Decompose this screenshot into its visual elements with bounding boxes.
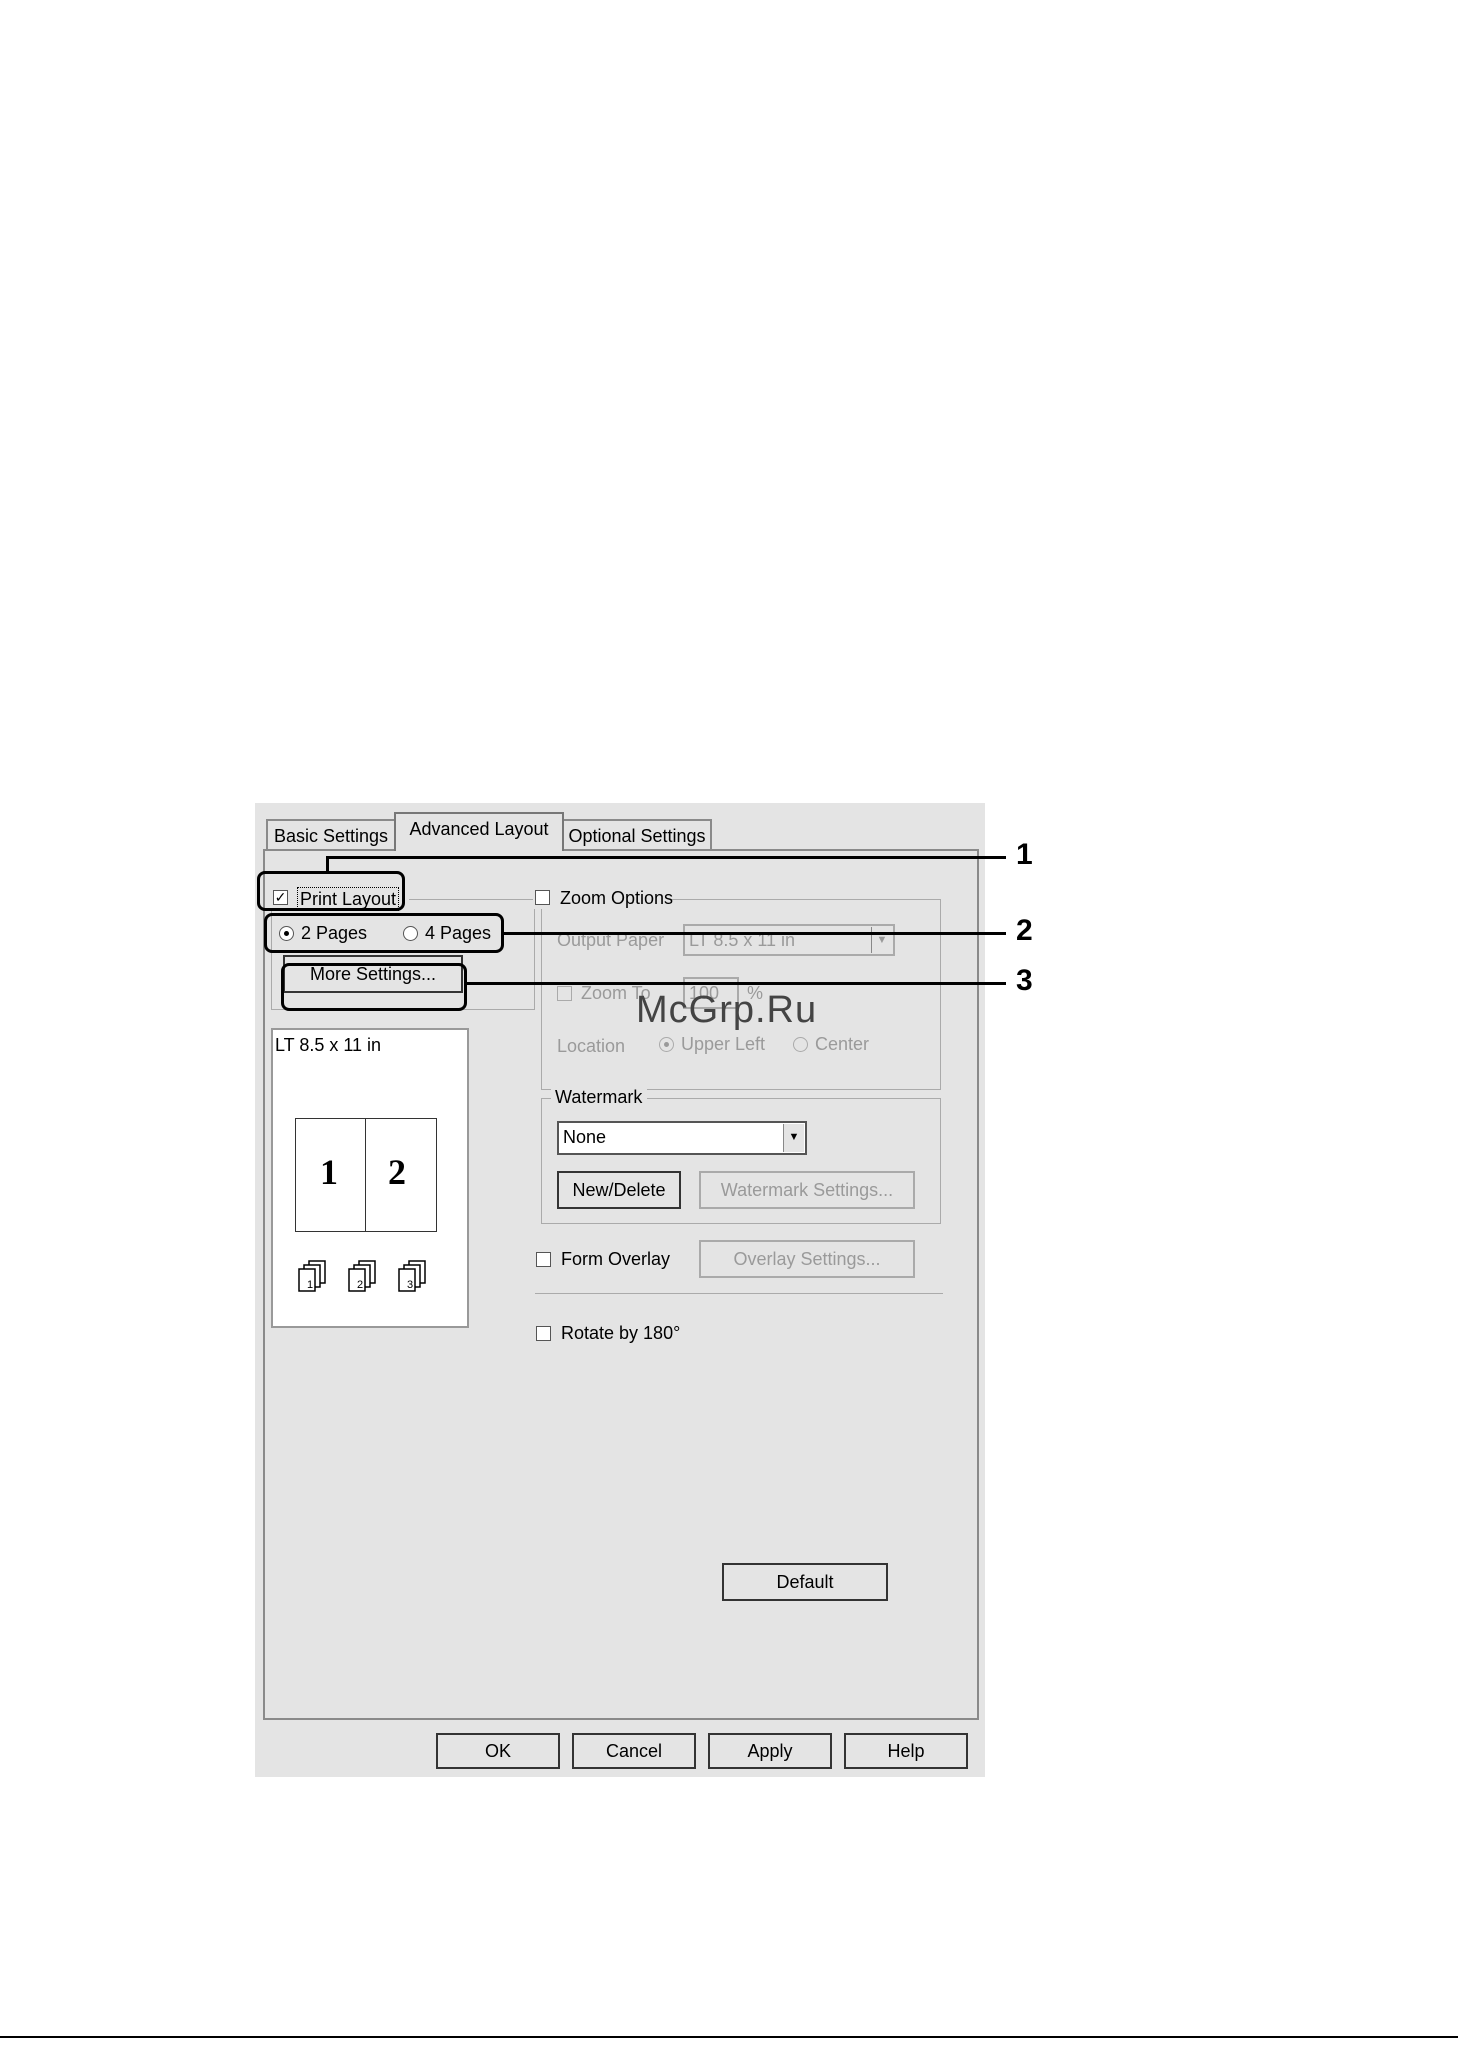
cancel-button[interactable]: Cancel <box>572 1733 696 1769</box>
chevron-down-icon: ▼ <box>871 927 892 953</box>
upper-left-radio[interactable] <box>659 1037 674 1052</box>
collate-icon-num-2: 2 <box>357 1279 363 1291</box>
tab-advanced-layout[interactable]: Advanced Layout <box>394 812 564 851</box>
callout-box-1 <box>257 871 405 911</box>
callout-line-1a <box>326 856 1006 859</box>
preview-page-1: 1 <box>320 1152 338 1192</box>
watermark-value: None <box>563 1127 607 1147</box>
default-button[interactable]: Default <box>722 1563 888 1601</box>
location-label: Location <box>557 1036 626 1056</box>
tab-optional-settings[interactable]: Optional Settings <box>562 819 712 849</box>
preview-sheet: 1 2 <box>295 1118 437 1232</box>
help-button[interactable]: Help <box>844 1733 968 1769</box>
preview-page-2: 2 <box>388 1152 406 1192</box>
center-label: Center <box>815 1034 870 1054</box>
center-radio[interactable] <box>793 1037 808 1052</box>
site-watermark-text: McGrp.Ru <box>636 989 818 1031</box>
layout-preview: LT 8.5 x 11 in 1 2 1 2 3 <box>271 1028 469 1328</box>
callout-box-2 <box>264 913 504 953</box>
new-delete-button[interactable]: New/Delete <box>557 1171 681 1209</box>
apply-button[interactable]: Apply <box>708 1733 832 1769</box>
zoom-to-checkbox[interactable] <box>557 986 572 1001</box>
separator <box>535 1293 943 1294</box>
callout-line-1b <box>326 856 329 873</box>
callout-line-3 <box>467 982 1006 985</box>
callout-number-3: 3 <box>1016 964 1033 997</box>
form-overlay-label: Form Overlay <box>561 1249 671 1269</box>
watermark-settings-button[interactable]: Watermark Settings... <box>699 1171 915 1209</box>
tab-basic-settings[interactable]: Basic Settings <box>266 819 396 849</box>
callout-box-3 <box>281 963 467 1011</box>
zoom-options-checkbox[interactable] <box>535 890 550 905</box>
watermark-label: Watermark <box>555 1087 643 1107</box>
callout-number-1: 1 <box>1016 838 1033 871</box>
preview-paper-label: LT 8.5 x 11 in <box>275 1035 382 1055</box>
chevron-down-icon: ▼ <box>783 1124 804 1152</box>
ok-button[interactable]: OK <box>436 1733 560 1769</box>
collate-icon-num-1: 1 <box>307 1279 313 1291</box>
watermark-select[interactable]: None ▼ <box>557 1121 807 1155</box>
overlay-settings-button[interactable]: Overlay Settings... <box>699 1240 915 1278</box>
rotate-checkbox[interactable] <box>536 1326 551 1341</box>
collate-icon-num-3: 3 <box>407 1279 413 1291</box>
upper-left-label: Upper Left <box>681 1034 766 1054</box>
zoom-options-label: Zoom Options <box>560 888 674 908</box>
page-divider <box>365 1119 366 1231</box>
collate-icons: 1 2 3 <box>298 1260 426 1292</box>
form-overlay-checkbox[interactable] <box>536 1252 551 1267</box>
output-paper-select[interactable]: LT 8.5 x 11 in ▼ <box>683 924 895 956</box>
rotate-label: Rotate by 180° <box>561 1323 681 1343</box>
page-footer-rule <box>0 2036 1458 2038</box>
callout-line-2 <box>504 932 1006 935</box>
callout-number-2: 2 <box>1016 914 1033 947</box>
